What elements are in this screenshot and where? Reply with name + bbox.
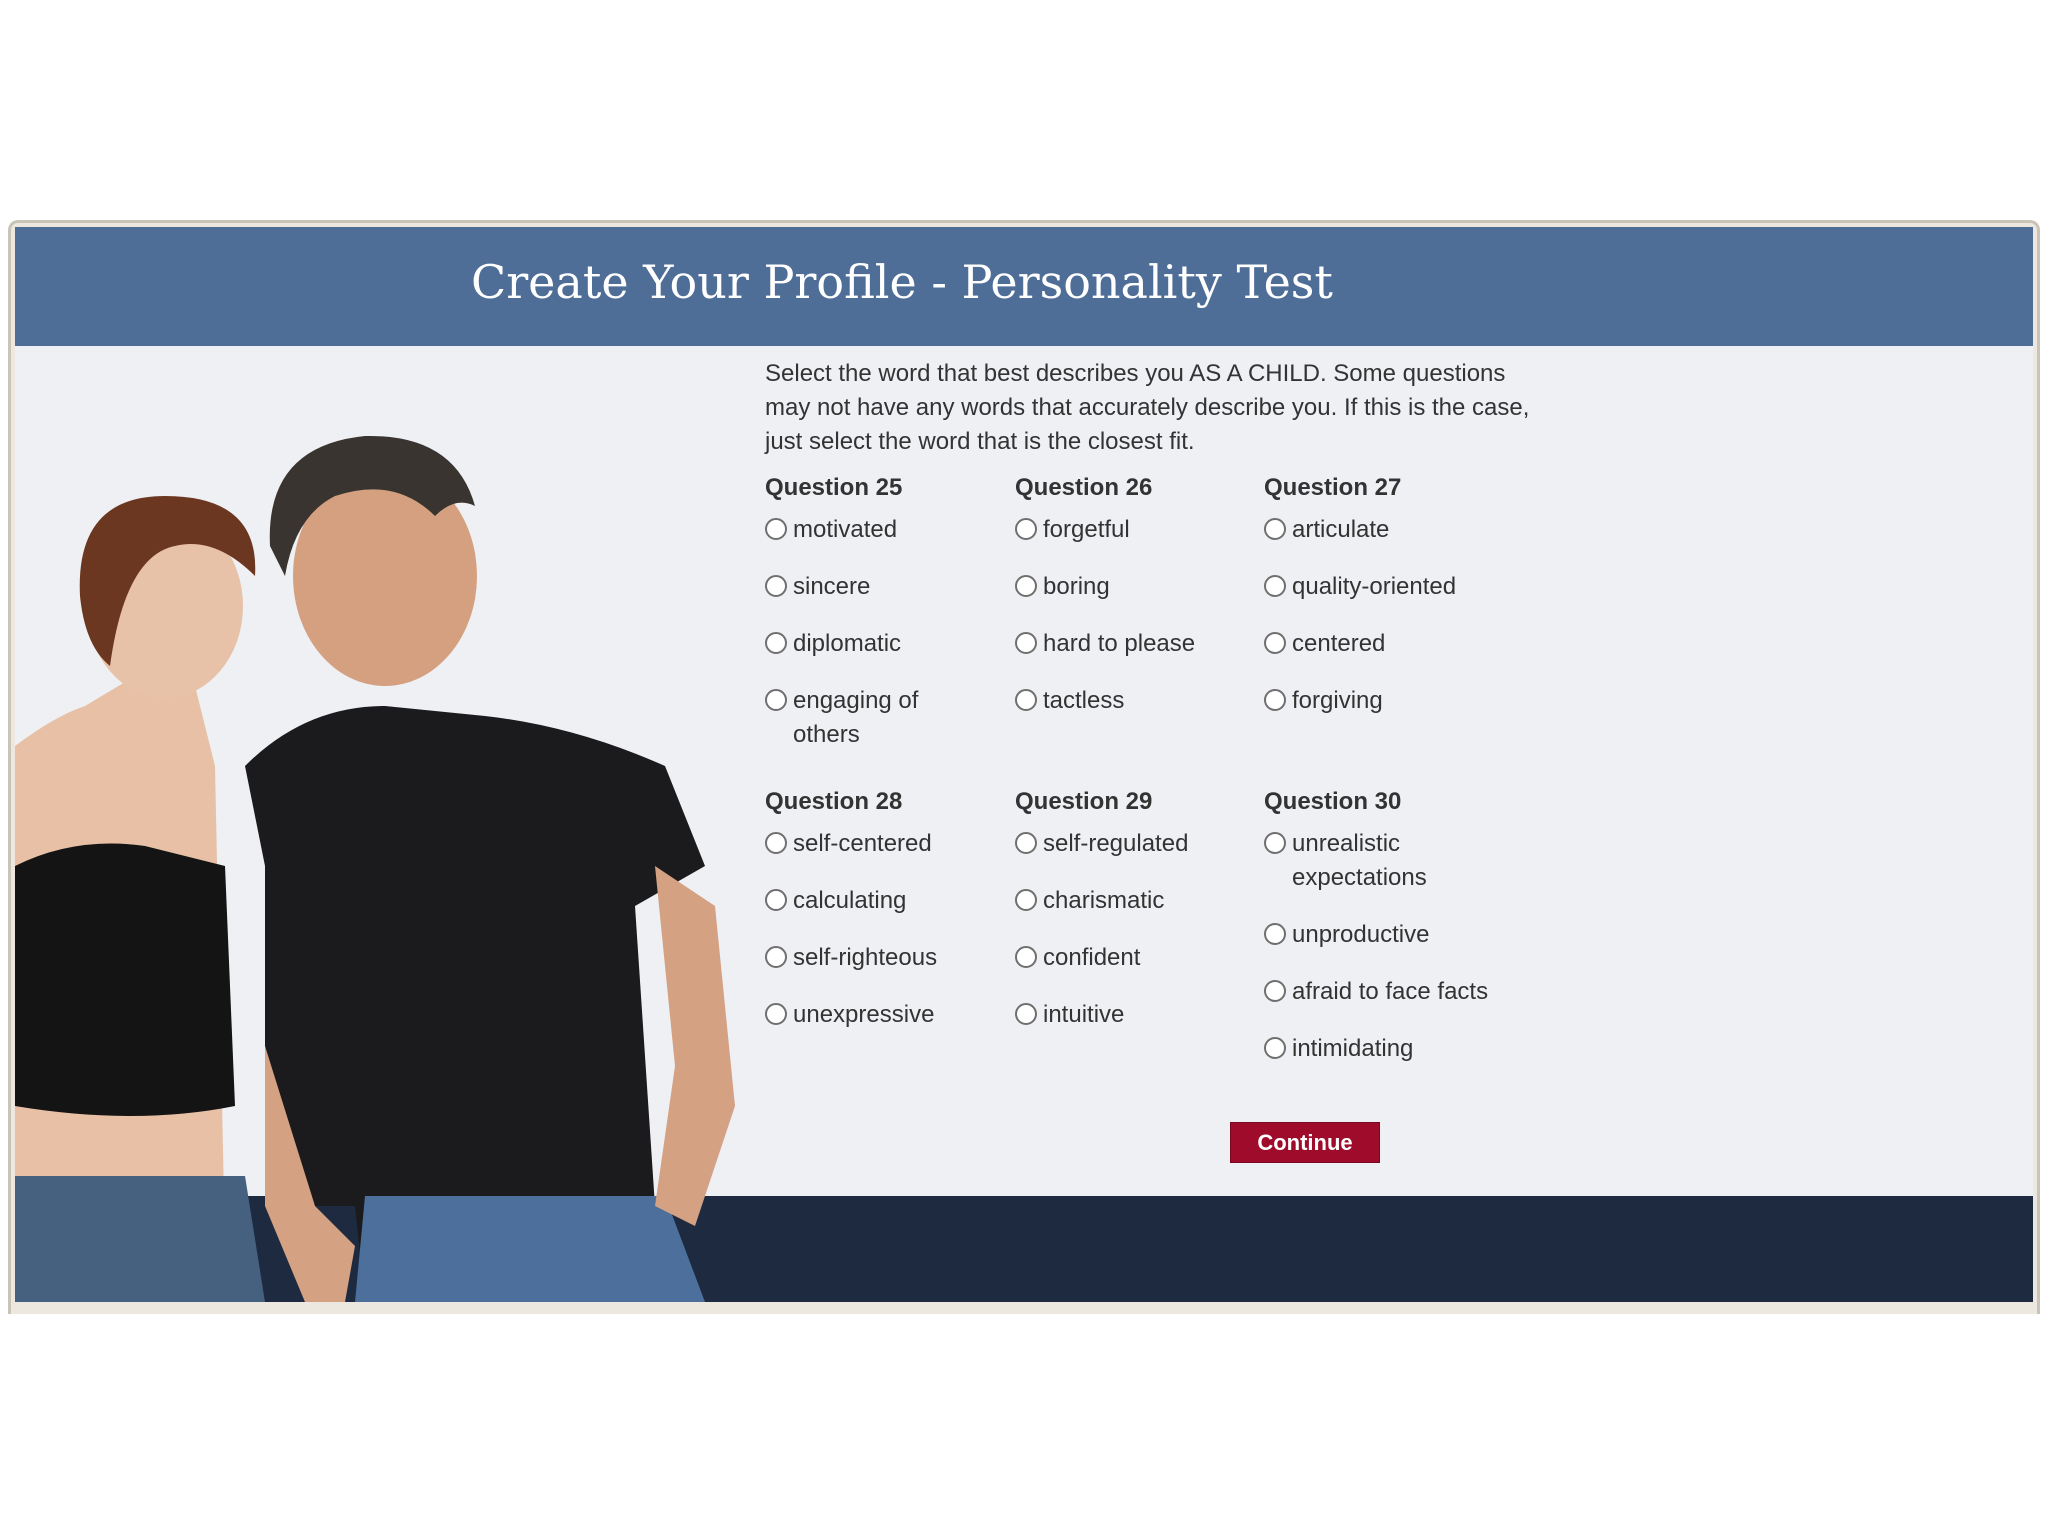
question-29: Question 29 self-regulated charismatic c… bbox=[1015, 785, 1255, 1055]
radio-button[interactable] bbox=[1264, 923, 1286, 945]
profile-panel: Create Your Profile - Personality Test S… bbox=[15, 227, 2033, 1302]
page-title: Create Your Profile - Personality Test bbox=[471, 255, 1333, 309]
radio-button[interactable] bbox=[765, 632, 787, 654]
radio-button[interactable] bbox=[1264, 1037, 1286, 1059]
option-centered[interactable]: centered bbox=[1264, 627, 1544, 661]
couple-photo bbox=[15, 435, 735, 1302]
question-title: Question 25 bbox=[765, 474, 903, 501]
option-tactless[interactable]: tactless bbox=[1015, 684, 1255, 718]
radio-button[interactable] bbox=[1015, 632, 1037, 654]
radio-button[interactable] bbox=[1015, 689, 1037, 711]
radio-button[interactable] bbox=[1015, 575, 1037, 597]
radio-button[interactable] bbox=[765, 832, 787, 854]
option-self-righteous[interactable]: self-righteous bbox=[765, 941, 1005, 975]
option-intuitive[interactable]: intuitive bbox=[1015, 998, 1255, 1032]
option-engaging-of-others[interactable]: engaging of others bbox=[765, 684, 965, 752]
radio-button[interactable] bbox=[1264, 689, 1286, 711]
question-26: Question 26 forgetful boring hard to ple… bbox=[1015, 471, 1255, 741]
page-header: Create Your Profile - Personality Test bbox=[15, 227, 2033, 346]
question-30: Question 30 unrealistic expectations unp… bbox=[1264, 785, 1554, 1089]
option-self-centered[interactable]: self-centered bbox=[765, 827, 1005, 861]
option-hard-to-please[interactable]: hard to please bbox=[1015, 627, 1255, 661]
option-calculating[interactable]: calculating bbox=[765, 884, 1005, 918]
radio-button[interactable] bbox=[1264, 518, 1286, 540]
option-boring[interactable]: boring bbox=[1015, 570, 1255, 604]
radio-button[interactable] bbox=[1015, 518, 1037, 540]
radio-button[interactable] bbox=[765, 575, 787, 597]
radio-button[interactable] bbox=[1264, 832, 1286, 854]
question-title: Question 27 bbox=[1264, 474, 1402, 501]
question-25: Question 25 motivated sincere diplomatic… bbox=[765, 471, 1005, 775]
radio-button[interactable] bbox=[1015, 832, 1037, 854]
option-unrealistic-expectations[interactable]: unrealistic expectations bbox=[1264, 827, 1464, 895]
radio-button[interactable] bbox=[765, 689, 787, 711]
question-title: Question 26 bbox=[1015, 474, 1153, 501]
option-diplomatic[interactable]: diplomatic bbox=[765, 627, 1005, 661]
radio-button[interactable] bbox=[765, 518, 787, 540]
option-quality-oriented[interactable]: quality-oriented bbox=[1264, 570, 1544, 604]
radio-button[interactable] bbox=[1015, 889, 1037, 911]
radio-button[interactable] bbox=[1264, 632, 1286, 654]
question-27: Question 27 articulate quality-oriented … bbox=[1264, 471, 1544, 741]
radio-button[interactable] bbox=[1264, 575, 1286, 597]
radio-button[interactable] bbox=[1264, 980, 1286, 1002]
question-title: Question 30 bbox=[1264, 788, 1402, 815]
option-articulate[interactable]: articulate bbox=[1264, 513, 1544, 547]
radio-button[interactable] bbox=[1015, 1003, 1037, 1025]
option-afraid-to-face-facts[interactable]: afraid to face facts bbox=[1264, 975, 1554, 1009]
question-title: Question 29 bbox=[1015, 788, 1153, 815]
question-title: Question 28 bbox=[765, 788, 903, 815]
option-motivated[interactable]: motivated bbox=[765, 513, 1005, 547]
option-unexpressive[interactable]: unexpressive bbox=[765, 998, 1005, 1032]
option-forgiving[interactable]: forgiving bbox=[1264, 684, 1544, 718]
radio-button[interactable] bbox=[765, 946, 787, 968]
instructions-text: Select the word that best describes you … bbox=[765, 360, 1530, 455]
radio-button[interactable] bbox=[765, 889, 787, 911]
continue-button[interactable]: Continue bbox=[1230, 1122, 1380, 1163]
option-charismatic[interactable]: charismatic bbox=[1015, 884, 1255, 918]
option-sincere[interactable]: sincere bbox=[765, 570, 1005, 604]
option-forgetful[interactable]: forgetful bbox=[1015, 513, 1255, 547]
radio-button[interactable] bbox=[1015, 946, 1037, 968]
question-28: Question 28 self-centered calculating se… bbox=[765, 785, 1005, 1055]
option-unproductive[interactable]: unproductive bbox=[1264, 918, 1554, 952]
option-confident[interactable]: confident bbox=[1015, 941, 1255, 975]
radio-button[interactable] bbox=[765, 1003, 787, 1025]
option-intimidating[interactable]: intimidating bbox=[1264, 1032, 1554, 1066]
option-self-regulated[interactable]: self-regulated bbox=[1015, 827, 1255, 861]
